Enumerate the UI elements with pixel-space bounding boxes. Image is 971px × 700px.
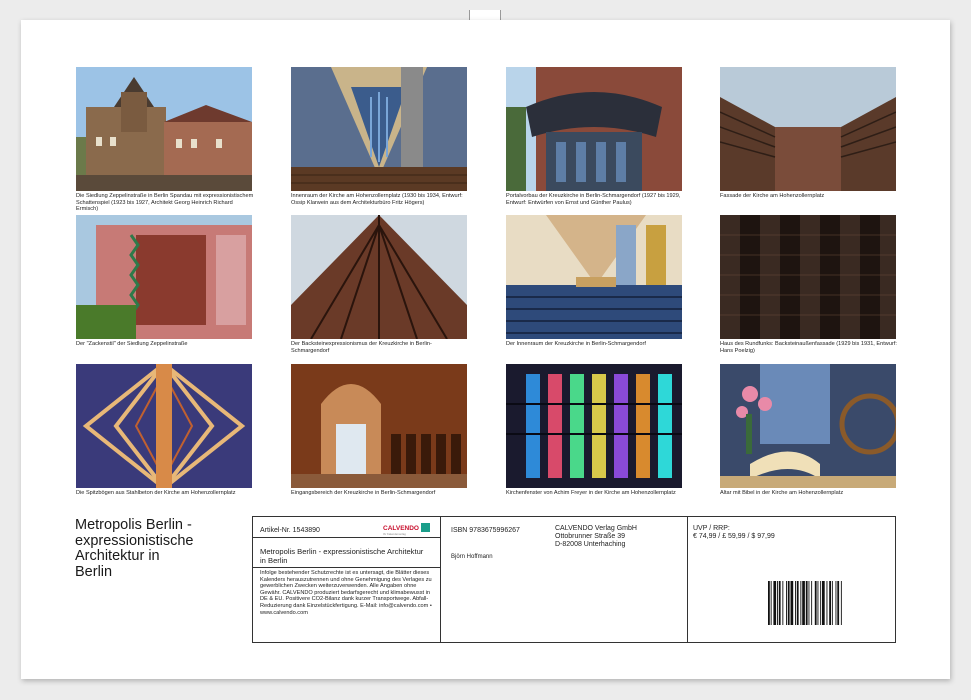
photo-caption: Der "Zackenstil" der Siedlung Zeppelinst… — [76, 341, 188, 347]
photo-caption: Fassade der Kirche am Hohenzollernplatz — [720, 193, 825, 199]
photo-caption: Die Spitzbögen aus Stahlbeton der Kirche… — [76, 490, 236, 496]
altar-bible-photo — [720, 364, 896, 488]
article-number: Artikel-Nr. 1543890 — [260, 527, 320, 534]
portal-photo — [506, 67, 682, 191]
church-interior-photo — [291, 67, 467, 191]
brick-tower-photo — [291, 215, 467, 339]
stained-glass-photo — [506, 364, 682, 488]
tower-house-photo — [76, 67, 252, 191]
photo-caption: Portalvorbau der Kreuzkirche in Berlin-S… — [506, 193, 681, 206]
divider — [687, 517, 688, 642]
product-title: Metropolis Berlin - expressionistische A… — [260, 547, 424, 565]
svg-text:CALVENDO: CALVENDO — [383, 525, 419, 532]
calvendo-logo: CALVENDO Ihr Kalenderverlag — [383, 522, 435, 541]
photo-caption: Die Siedlung Zeppelinstraße in Berlin Sp… — [76, 193, 254, 213]
title-line: expressionistische — [75, 532, 194, 549]
photo-caption: Altar mit Bibel in der Kirche am Hohenzo… — [720, 490, 844, 496]
legal-notice: Infolge bestehender Schutzrechte ist es … — [260, 570, 432, 616]
pews-photo — [506, 215, 682, 339]
title-line: Architektur in — [75, 548, 160, 564]
title-line: Berlin — [75, 563, 113, 580]
facade-photo — [720, 67, 896, 191]
photo-caption: Eingangsbereich der Kreuzkirche in Berli… — [291, 490, 436, 496]
publisher-line: D-82008 Unterhaching — [555, 541, 626, 548]
photo-caption: Haus des Rundfunks: Backsteinaußenfassad… — [720, 341, 897, 354]
barcode — [766, 581, 854, 627]
arches-photo — [76, 364, 252, 488]
author: Björn Hoffmann — [451, 554, 493, 560]
zigzag-house-photo — [76, 215, 252, 339]
product-info-box: Artikel-Nr. 1543890 CALVENDO Ihr Kalende… — [252, 516, 896, 643]
photo-caption: Der Innenraum der Kreuzkirche in Berlin-… — [506, 341, 646, 347]
publisher-line: CALVENDO Verlag GmbH — [555, 525, 637, 532]
publisher-address: CALVENDO Verlag GmbH Ottobrunner Straße … — [555, 525, 637, 549]
svg-text:Ihr Kalenderverlag: Ihr Kalenderverlag — [383, 532, 406, 536]
brick-facade-photo — [720, 215, 896, 339]
title-line: Metropolis Berlin - — [75, 517, 192, 533]
divider — [440, 517, 441, 642]
photo-caption: Kirchenfenster von Achim Freyer in der K… — [506, 490, 676, 496]
photo-caption: Der Backsteinexpressionismus der Kreuzki… — [291, 341, 432, 354]
publisher-line: Ottobrunner Straße 39 — [555, 533, 626, 540]
entrance-photo — [291, 364, 467, 488]
price-label: UVP / RRP: — [693, 525, 730, 532]
calendar-title: Metropolis Berlin - expressionistische A… — [75, 517, 245, 580]
divider — [253, 567, 440, 568]
photo-caption: Innenraum der Kirche am Hohenzollernplat… — [291, 193, 463, 206]
price-values: € 74,99 / £ 59,99 / $ 97,99 — [693, 533, 775, 540]
isbn: ISBN 9783675996267 — [451, 527, 520, 534]
